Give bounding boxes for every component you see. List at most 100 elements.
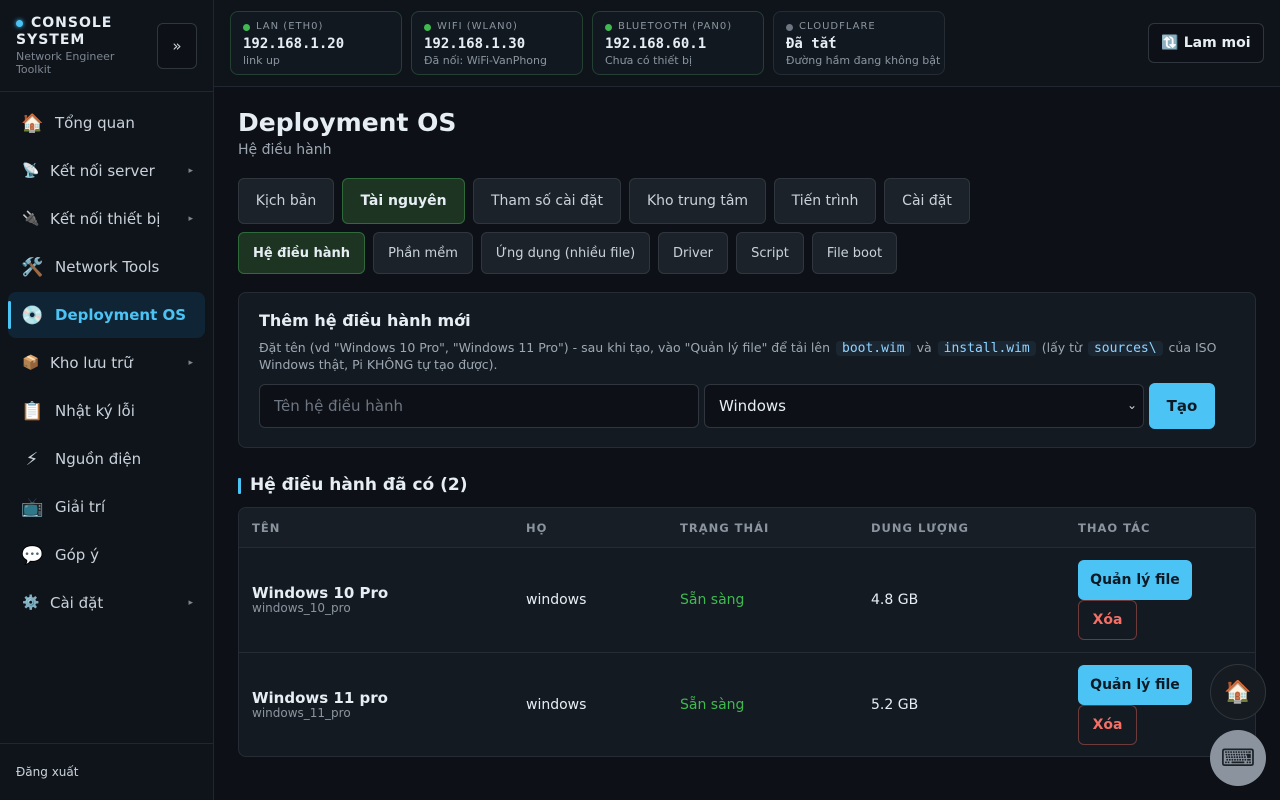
tv-icon: 📺	[21, 496, 44, 518]
subtab-script[interactable]: Script	[736, 232, 804, 274]
sidebar-item-label: Kết nối server	[50, 162, 155, 180]
sidebar-item-label: Góp ý	[55, 546, 99, 564]
delete-button[interactable]: Xóa	[1078, 600, 1137, 640]
network-card-sub: Đường hầm đang không bật	[786, 54, 941, 67]
collapse-sidebar-button[interactable]: »	[157, 23, 197, 69]
os-size: 4.8 GB	[871, 592, 919, 608]
sidebar-footer: Đăng xuất	[0, 743, 213, 800]
column-header-name: TÊN	[252, 521, 281, 535]
brand-subtitle: Network Engineer Toolkit	[16, 50, 115, 76]
top-status-bar: LAN (ETH0) 192.168.1.20 link up WIFI (WL…	[214, 0, 1280, 87]
code-install-wim: install.wim	[937, 341, 1036, 356]
sidebar-item-network-tools[interactable]: 🛠️ Network Tools	[8, 244, 205, 290]
sidebar-item-label: Deployment OS	[55, 306, 187, 324]
tab-install-params[interactable]: Tham số cài đặt	[473, 178, 621, 224]
sidebar-item-storage[interactable]: 📦 Kho lưu trữ ▸	[8, 340, 205, 386]
brand-title: CONSOLE SYSTEM	[16, 15, 113, 48]
sidebar: CONSOLE SYSTEM Network Engineer Toolkit …	[0, 0, 214, 800]
subtab-apps-multi-file[interactable]: Ứng dụng (nhiều file)	[481, 232, 650, 274]
delete-button[interactable]: Xóa	[1078, 705, 1137, 745]
sidebar-item-settings[interactable]: ⚙️ Cài đặt ▸	[8, 580, 205, 626]
network-card-wifi: WIFI (WLAN0) 192.168.1.30 Đã nối: WiFi-V…	[411, 11, 583, 75]
sidebar-item-label: Giải trí	[55, 498, 106, 516]
tab-resources[interactable]: Tài nguyên	[342, 178, 465, 224]
tab-progress[interactable]: Tiến trình	[774, 178, 876, 224]
sidebar-item-power[interactable]: ⚡ Nguồn điện	[8, 436, 205, 482]
brand-block: CONSOLE SYSTEM Network Engineer Toolkit …	[0, 0, 213, 92]
table-row: Windows 11 pro windows_11_pro windows Sẵ…	[239, 653, 1255, 756]
subtab-boot-file[interactable]: File boot	[812, 232, 897, 274]
satellite-icon: 📡	[22, 163, 40, 179]
plug-icon: 🔌	[22, 211, 40, 227]
sidebar-item-label: Network Tools	[55, 258, 160, 276]
table-row: Windows 10 Pro windows_10_pro windows Sẵ…	[239, 548, 1255, 653]
status-dot-icon	[424, 24, 431, 31]
code-sources-path: sources\	[1087, 341, 1163, 356]
os-id: windows_10_pro	[252, 601, 351, 615]
disc-icon: 💿	[21, 304, 44, 326]
refresh-button[interactable]: 🔃 Lam moi	[1148, 23, 1264, 63]
network-card-label: BLUETOOTH (PAN0)	[618, 21, 733, 32]
subtab-software[interactable]: Phần mềm	[373, 232, 473, 274]
network-card-sub: Chưa có thiết bị	[605, 54, 693, 67]
subtab-operating-system[interactable]: Hệ điều hành	[238, 232, 365, 274]
sidebar-item-label: Cài đặt	[50, 594, 104, 612]
network-card-label: CLOUDFLARE	[799, 21, 876, 32]
tab-scripts[interactable]: Kịch bản	[238, 178, 334, 224]
os-name-input[interactable]	[259, 384, 699, 428]
column-header-status: TRẠNG THÁI	[680, 521, 770, 535]
manage-files-button[interactable]: Quản lý file	[1078, 665, 1192, 705]
sidebar-item-entertainment[interactable]: 📺 Giải trí	[8, 484, 205, 530]
os-size: 5.2 GB	[871, 697, 919, 713]
code-boot-wim: boot.wim	[836, 341, 911, 356]
network-card-label: WIFI (WLAN0)	[437, 21, 518, 32]
tab-settings[interactable]: Cài đặt	[884, 178, 970, 224]
package-icon: 📦	[22, 355, 40, 371]
sidebar-item-label: Kết nối thiết bị	[50, 210, 161, 228]
os-family-select[interactable]: Windows ⌄	[704, 384, 1144, 428]
os-status: Sẵn sàng	[680, 697, 745, 713]
sidebar-item-server-connection[interactable]: 📡 Kết nối server ▸	[8, 148, 205, 194]
chevron-right-icon: ▸	[188, 166, 193, 176]
description-text: (lấy từ	[1041, 340, 1082, 355]
chevron-right-icon: ▸	[188, 358, 193, 368]
sidebar-item-overview[interactable]: 🏠 Tổng quan	[8, 100, 205, 146]
os-name: Windows 11 pro	[252, 689, 388, 707]
sidebar-item-label: Nguồn điện	[55, 450, 142, 468]
logout-link[interactable]: Đăng xuất	[16, 765, 78, 779]
add-os-card: Thêm hệ điều hành mới Đặt tên (vd "Windo…	[238, 292, 1256, 448]
sidebar-item-label: Kho lưu trữ	[50, 354, 133, 372]
status-dot-icon	[786, 24, 793, 31]
network-card-cloudflare: CLOUDFLARE Đã tắt Đường hầm đang không b…	[773, 11, 945, 75]
home-fab-button[interactable]: 🏠	[1210, 664, 1266, 720]
network-card-sub: Đã nối: WiFi-VanPhong	[424, 54, 547, 67]
os-family: windows	[526, 697, 587, 713]
sidebar-item-deployment-os[interactable]: 💿 Deployment OS	[8, 292, 205, 338]
sidebar-item-feedback[interactable]: 💬 Góp ý	[8, 532, 205, 578]
keyboard-fab-button[interactable]: ⌨	[1210, 730, 1266, 786]
sidebar-item-device-connection[interactable]: 🔌 Kết nối thiết bị ▸	[8, 196, 205, 242]
description-text: và	[916, 340, 932, 355]
column-header-actions: THAO TÁC	[1078, 521, 1151, 535]
network-card-value: 192.168.1.30	[424, 36, 526, 52]
network-card-value: Đã tắt	[786, 36, 837, 52]
page-subtitle: Hệ điều hành	[238, 142, 332, 158]
subtab-driver[interactable]: Driver	[658, 232, 728, 274]
add-os-description: Đặt tên (vd "Windows 10 Pro", "Windows 1…	[259, 340, 1234, 373]
create-button[interactable]: Tạo	[1149, 383, 1215, 429]
tab-central-repo[interactable]: Kho trung tâm	[629, 178, 766, 224]
sidebar-item-error-log[interactable]: 📋 Nhật ký lỗi	[8, 388, 205, 434]
manage-files-button[interactable]: Quản lý file	[1078, 560, 1192, 600]
chevron-down-icon: ⌄	[1126, 398, 1137, 412]
os-family-selected: Windows	[719, 397, 786, 415]
network-card-value: 192.168.60.1	[605, 36, 707, 52]
sidebar-item-label: Nhật ký lỗi	[55, 402, 135, 420]
network-card-label: LAN (ETH0)	[256, 21, 324, 32]
column-header-family: HỌ	[526, 521, 548, 535]
description-text: Đặt tên (vd "Windows 10 Pro", "Windows 1…	[259, 340, 831, 355]
network-card-sub: link up	[243, 54, 280, 67]
os-family: windows	[526, 592, 587, 608]
add-os-title: Thêm hệ điều hành mới	[259, 311, 471, 330]
os-name: Windows 10 Pro	[252, 584, 389, 602]
column-header-size: DUNG LƯỢNG	[871, 521, 969, 535]
